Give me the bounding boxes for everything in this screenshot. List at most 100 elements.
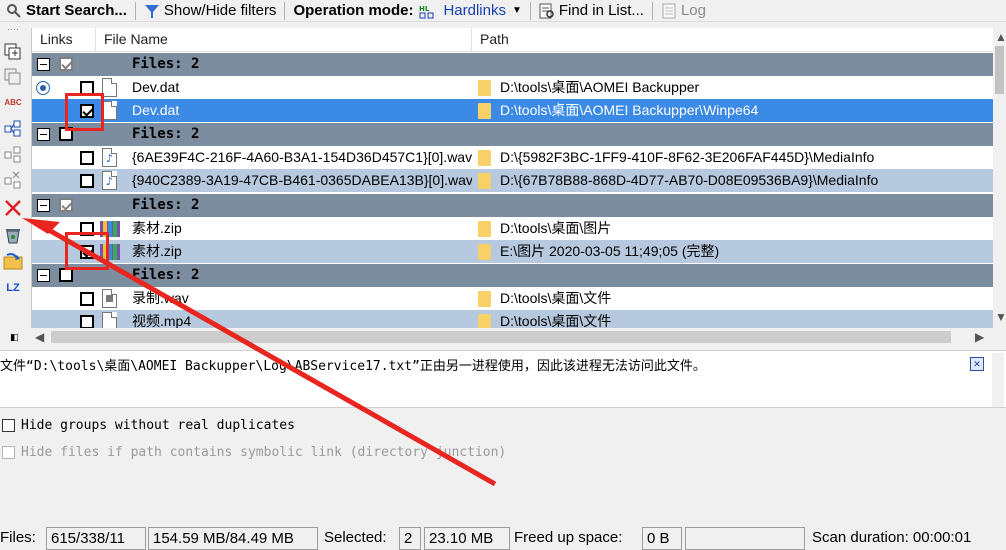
- master-file-radio-icon[interactable]: [36, 81, 50, 95]
- folder-icon: [478, 103, 491, 119]
- status-bar: Files: 615/338/11 154.59 MB/84.49 MB Sel…: [0, 527, 1006, 550]
- group-row[interactable]: Files: 2: [32, 53, 993, 76]
- find-in-list-button[interactable]: Find in List...: [533, 0, 650, 22]
- freed-value: 0 B: [642, 527, 682, 550]
- group-tree-icon[interactable]: [2, 144, 24, 164]
- results-grid[interactable]: Links File Name Path Files: 2 Dev.dat D:…: [31, 28, 993, 328]
- file-name: 素材.zip: [132, 220, 182, 236]
- column-header-path[interactable]: Path: [472, 28, 993, 52]
- operation-mode-value: Hardlinks: [443, 2, 506, 19]
- recycle-bin-icon[interactable]: [2, 225, 24, 245]
- group-row[interactable]: Files: 2: [32, 194, 993, 217]
- file-checkbox[interactable]: [80, 174, 94, 188]
- search-icon: [6, 3, 22, 19]
- message-panel: 文件“D:\tools\桌面\AOMEI Backupper\Log\ABSer…: [0, 350, 1006, 408]
- group-title: Files: 2: [132, 267, 200, 283]
- file-row[interactable]: 视频.mp4 D:\tools\桌面\文件: [32, 310, 993, 328]
- folder-icon: [478, 314, 491, 328]
- folder-icon: [478, 291, 491, 307]
- log-label: Log: [680, 2, 706, 19]
- file-icon: [102, 101, 117, 120]
- show-hide-filters-button[interactable]: Show/Hide filters: [138, 0, 283, 22]
- group-checkbox[interactable]: [59, 57, 73, 71]
- scroll-thumb[interactable]: [995, 46, 1004, 94]
- file-row[interactable]: 素材.zip D:\tools\桌面\图片: [32, 217, 993, 240]
- file-row[interactable]: 录制.wav D:\tools\桌面\文件: [32, 287, 993, 310]
- group-title: Files: 2: [132, 126, 200, 142]
- horizontal-scrollbar[interactable]: ◀ ▶: [31, 328, 993, 346]
- scroll-right-icon[interactable]: ▶: [975, 330, 984, 344]
- collapse-toggle-icon[interactable]: [37, 269, 50, 282]
- selected-size: 23.10 MB: [424, 527, 510, 550]
- copy-icon[interactable]: [2, 67, 24, 87]
- file-row[interactable]: ♪ {6AE39F4C-216F-4A60-B3A1-154D36D457C1}…: [32, 146, 993, 169]
- hide-groups-checkbox[interactable]: [2, 419, 15, 432]
- file-name: Dev.dat: [132, 79, 180, 95]
- column-header-links[interactable]: Links: [32, 28, 96, 52]
- close-message-icon[interactable]: ✕: [970, 357, 984, 371]
- file-row-selected[interactable]: Dev.dat D:\tools\桌面\AOMEI Backupper\Winp…: [32, 99, 993, 122]
- operation-mode-dropdown[interactable]: HL Hardlinks ▼: [419, 0, 527, 22]
- scroll-down-icon[interactable]: ▼: [995, 310, 1006, 324]
- file-name: Dev.dat: [132, 102, 180, 118]
- group-checkbox[interactable]: [59, 268, 73, 282]
- file-path: E:\图片 2020-03-05 11;49;05 (完整): [500, 243, 720, 259]
- video-file-icon: [102, 312, 117, 328]
- hide-groups-option[interactable]: Hide groups without real duplicates: [2, 418, 295, 433]
- lz-icon[interactable]: LZ: [2, 278, 24, 298]
- file-path: D:\tools\桌面\AOMEI Backupper: [500, 79, 700, 95]
- vertical-scrollbar[interactable]: ▲ ▼: [993, 28, 1006, 328]
- group-title: Files: 2: [132, 56, 200, 72]
- folder-icon: [478, 221, 491, 237]
- collapse-toggle-icon[interactable]: [37, 199, 50, 212]
- show-hide-filters-label: Show/Hide filters: [163, 2, 277, 19]
- move-to-folder-icon[interactable]: [2, 251, 24, 271]
- filter-icon: [144, 3, 160, 19]
- select-tree-icon[interactable]: [2, 118, 24, 138]
- add-files-icon[interactable]: [2, 42, 24, 62]
- chevron-down-icon: ▼: [511, 5, 522, 16]
- move-files-icon[interactable]: [2, 170, 24, 190]
- files-size: 154.59 MB/84.49 MB: [148, 527, 318, 550]
- message-scrollbar[interactable]: [992, 353, 1004, 407]
- column-header-file-name[interactable]: File Name: [96, 28, 472, 52]
- svg-text:♪: ♪: [106, 175, 113, 188]
- selected-count: 2: [399, 527, 421, 550]
- hide-symbolic-checkbox: [2, 446, 15, 459]
- toolbar-divider: [529, 1, 531, 20]
- scroll-left-icon[interactable]: ◀: [35, 330, 44, 344]
- file-checkbox[interactable]: [80, 292, 94, 306]
- hide-symbolic-option: Hide files if path contains symbolic lin…: [2, 445, 506, 460]
- group-row[interactable]: Files: 2: [32, 123, 993, 146]
- status-spacer: [685, 527, 805, 550]
- audio-file-icon: ♪: [102, 148, 117, 167]
- selected-label: Selected:: [324, 529, 387, 546]
- scroll-thumb[interactable]: [51, 331, 951, 343]
- delete-icon[interactable]: [2, 198, 24, 218]
- scroll-up-icon[interactable]: ▲: [995, 30, 1006, 44]
- file-row[interactable]: 素材.zip E:\图片 2020-03-05 11;49;05 (完整): [32, 240, 993, 263]
- group-checkbox[interactable]: [59, 198, 73, 212]
- hide-symbolic-label: Hide files if path contains symbolic lin…: [21, 445, 507, 460]
- file-path: D:\tools\桌面\文件: [500, 313, 612, 328]
- collapse-toggle-icon[interactable]: [37, 58, 50, 71]
- log-button[interactable]: Log: [655, 0, 712, 22]
- group-title: Files: 2: [132, 197, 200, 213]
- file-row[interactable]: ♪ {940C2389-3A19-47CB-B461-0365DABEA13B}…: [32, 169, 993, 192]
- file-name: 视频.mp4: [132, 313, 192, 328]
- panel-toggle-icon[interactable]: ◧: [10, 332, 26, 346]
- abc-sort-icon[interactable]: ABC: [2, 92, 24, 112]
- toolbar-divider: [651, 1, 653, 20]
- hide-groups-label: Hide groups without real duplicates: [21, 418, 295, 433]
- scan-duration: Scan duration: 00:00:01: [812, 529, 972, 546]
- toolbar-divider: [284, 1, 286, 20]
- group-row[interactable]: Files: 2: [32, 264, 993, 287]
- file-checkbox[interactable]: [80, 315, 94, 328]
- toolbar-divider: [134, 1, 136, 20]
- collapse-toggle-icon[interactable]: [37, 128, 50, 141]
- file-row[interactable]: Dev.dat D:\tools\桌面\AOMEI Backupper: [32, 76, 993, 99]
- file-path: D:\{67B78B88-868D-4D77-AB70-D08E09536BA9…: [500, 172, 879, 188]
- file-checkbox[interactable]: [80, 151, 94, 165]
- folder-icon: [478, 173, 491, 189]
- start-search-button[interactable]: Start Search...: [0, 0, 133, 22]
